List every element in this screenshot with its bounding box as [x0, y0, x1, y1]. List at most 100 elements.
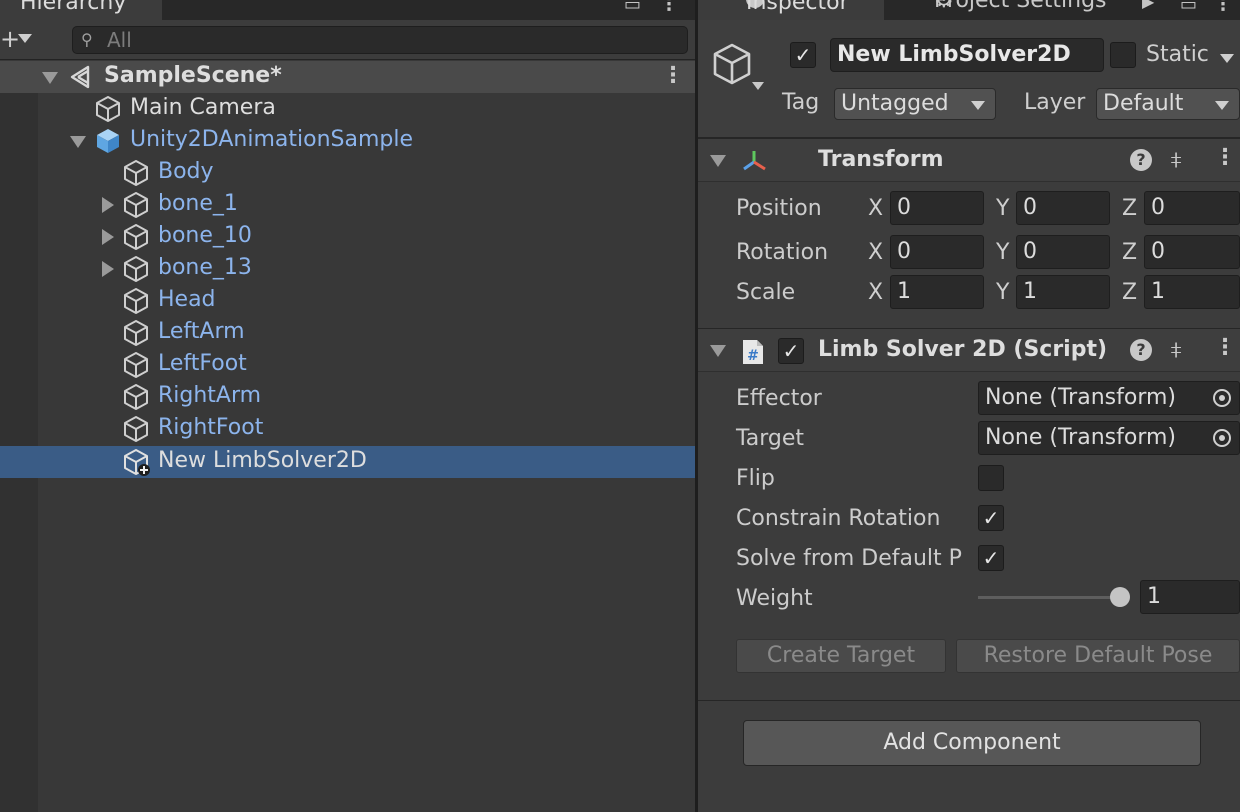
effector-field[interactable]: None (Transform) — [978, 381, 1240, 415]
presets-icon[interactable]: ⧧ — [1170, 145, 1182, 173]
hierarchy-item-rightfoot[interactable]: RightFoot — [0, 413, 695, 445]
add-component-button[interactable]: Add Component — [743, 720, 1201, 766]
flip-checkbox[interactable] — [978, 465, 1004, 491]
hierarchy-search-input[interactable] — [107, 28, 667, 52]
weight-field[interactable]: 1 — [1140, 580, 1240, 614]
tab-scroll-right-icon[interactable]: ▶ — [1142, 0, 1154, 11]
scene-row[interactable]: SampleScene* ⋮ — [0, 61, 695, 93]
panel-menu-icon[interactable]: ⋮ — [660, 0, 678, 15]
foldout-icon[interactable] — [710, 155, 726, 167]
hierarchy-search-box[interactable]: ⚲ — [72, 26, 688, 54]
hierarchy-item-bone-10[interactable]: bone_10 — [0, 221, 695, 253]
gameobject-cube-icon — [124, 256, 148, 282]
maximize-icon[interactable]: ▭ — [1180, 0, 1197, 15]
hierarchy-item-label: bone_1 — [158, 191, 238, 216]
rotation-label: Rotation — [736, 240, 829, 265]
weight-slider-track[interactable] — [978, 596, 1120, 599]
help-icon[interactable]: ? — [1130, 149, 1152, 171]
expand-toggle-icon[interactable] — [102, 261, 114, 277]
hierarchy-item-head[interactable]: Head — [0, 285, 695, 317]
static-label: Static — [1146, 42, 1209, 67]
weight-slider-thumb[interactable] — [1110, 587, 1130, 607]
expand-toggle-icon[interactable] — [70, 136, 86, 148]
axis-y-label[interactable]: Y — [996, 280, 1009, 305]
position-label: Position — [736, 196, 822, 221]
hierarchy-item-leftarm[interactable]: LeftArm — [0, 317, 695, 349]
hierarchy-item-label: RightFoot — [158, 415, 264, 440]
hierarchy-item-label: Head — [158, 287, 216, 312]
hierarchy-item-main-camera[interactable]: Main Camera — [0, 93, 695, 125]
scale-x-field[interactable]: 1 — [890, 275, 984, 309]
flip-label: Flip — [736, 466, 775, 491]
active-checkbox[interactable]: ✓ — [790, 42, 816, 68]
tag-dropdown[interactable]: Untagged — [834, 88, 996, 120]
add-object-dropdown-icon[interactable] — [18, 34, 32, 43]
constrain-rotation-checkbox[interactable]: ✓ — [978, 505, 1004, 531]
hierarchy-tab[interactable]: Hierarchy — [0, 0, 162, 20]
limb-solver-component-header[interactable]: # ✓ Limb Solver 2D (Script) ? ⧧ ⋮ — [698, 328, 1240, 372]
component-menu-icon[interactable]: ⋮ — [1214, 145, 1236, 170]
chevron-down-icon — [971, 101, 985, 110]
gameobject-icon[interactable] — [710, 42, 754, 86]
position-z-field[interactable]: 0 — [1144, 191, 1240, 225]
create-target-button[interactable]: Create Target — [736, 639, 946, 673]
position-y-field[interactable]: 0 — [1016, 191, 1110, 225]
restore-default-pose-button[interactable]: Restore Default Pose — [956, 639, 1240, 673]
transform-component-header[interactable]: Transform ? ⧧ ⋮ — [698, 138, 1240, 182]
axis-z-label[interactable]: Z — [1122, 280, 1137, 305]
hierarchy-panel: Hierarchy ▭ ⋮ + ⚲ SampleScene* ⋮ Main Ca… — [0, 0, 695, 812]
panel-menu-icon[interactable]: ⋮ — [1214, 0, 1232, 15]
rotation-z-field[interactable]: 0 — [1144, 235, 1240, 269]
hierarchy-item-rightarm[interactable]: RightArm — [0, 381, 695, 413]
foldout-icon[interactable] — [710, 345, 726, 357]
axis-x-label[interactable]: X — [868, 240, 883, 265]
axis-x-label[interactable]: X — [868, 196, 883, 221]
inspector-panel: Inspector ⚙ Project Settings ▶ ▭ ⋮ ✓ New… — [698, 0, 1240, 812]
axis-y-label[interactable]: Y — [996, 196, 1009, 221]
layer-label: Layer — [1024, 90, 1086, 115]
expand-toggle-icon[interactable] — [102, 197, 114, 213]
hierarchy-item-label: RightArm — [158, 383, 262, 408]
tag-label: Tag — [782, 90, 820, 115]
rotation-x-field[interactable]: 0 — [890, 235, 984, 269]
object-picker-icon[interactable] — [1213, 389, 1231, 407]
component-enabled-checkbox[interactable]: ✓ — [778, 338, 804, 364]
presets-icon[interactable]: ⧧ — [1170, 335, 1182, 363]
axis-x-label[interactable]: X — [868, 280, 883, 305]
axis-y-label[interactable]: Y — [996, 240, 1009, 265]
target-field[interactable]: None (Transform) — [978, 421, 1240, 455]
hierarchy-item-new-limbsolver2d[interactable]: New LimbSolver2D — [0, 446, 695, 478]
layer-value: Default — [1103, 91, 1184, 116]
help-icon[interactable]: ? — [1130, 339, 1152, 361]
inspector-tab[interactable]: Inspector — [698, 0, 884, 20]
transform-title: Transform — [818, 147, 944, 172]
rotation-y-field[interactable]: 0 — [1016, 235, 1110, 269]
hierarchy-item-bone-1[interactable]: bone_1 — [0, 189, 695, 221]
position-x-field[interactable]: 0 — [890, 191, 984, 225]
icon-dropdown-icon[interactable] — [752, 82, 764, 90]
maximize-icon[interactable]: ▭ — [624, 0, 641, 15]
expand-toggle-icon[interactable] — [102, 229, 114, 245]
hierarchy-item-unity2danimationsample[interactable]: Unity2DAnimationSample — [0, 125, 695, 157]
hierarchy-item-leftfoot[interactable]: LeftFoot — [0, 349, 695, 381]
layer-dropdown[interactable]: Default — [1096, 88, 1240, 120]
static-checkbox[interactable] — [1110, 42, 1136, 68]
scene-collapse-icon[interactable] — [42, 72, 58, 84]
axis-z-label[interactable]: Z — [1122, 196, 1137, 221]
object-picker-icon[interactable] — [1213, 429, 1231, 447]
scale-z-field[interactable]: 1 — [1144, 275, 1240, 309]
hierarchy-toolbar: + ⚲ — [0, 20, 695, 60]
hierarchy-tab-label: Hierarchy — [20, 0, 127, 15]
constrain-rotation-label: Constrain Rotation — [736, 506, 941, 531]
static-dropdown-icon[interactable] — [1220, 54, 1234, 63]
component-menu-icon[interactable]: ⋮ — [1214, 335, 1236, 360]
object-name-field[interactable]: New LimbSolver2D — [830, 38, 1104, 72]
scene-menu-icon[interactable]: ⋮ — [662, 63, 684, 88]
axis-z-label[interactable]: Z — [1122, 240, 1137, 265]
gameobject-added-icon — [124, 449, 150, 476]
solve-from-default-pose-checkbox[interactable]: ✓ — [978, 545, 1004, 571]
hierarchy-item-bone-13[interactable]: bone_13 — [0, 253, 695, 285]
effector-value: None (Transform) — [985, 385, 1176, 410]
scale-y-field[interactable]: 1 — [1016, 275, 1110, 309]
hierarchy-item-body[interactable]: Body — [0, 157, 695, 189]
